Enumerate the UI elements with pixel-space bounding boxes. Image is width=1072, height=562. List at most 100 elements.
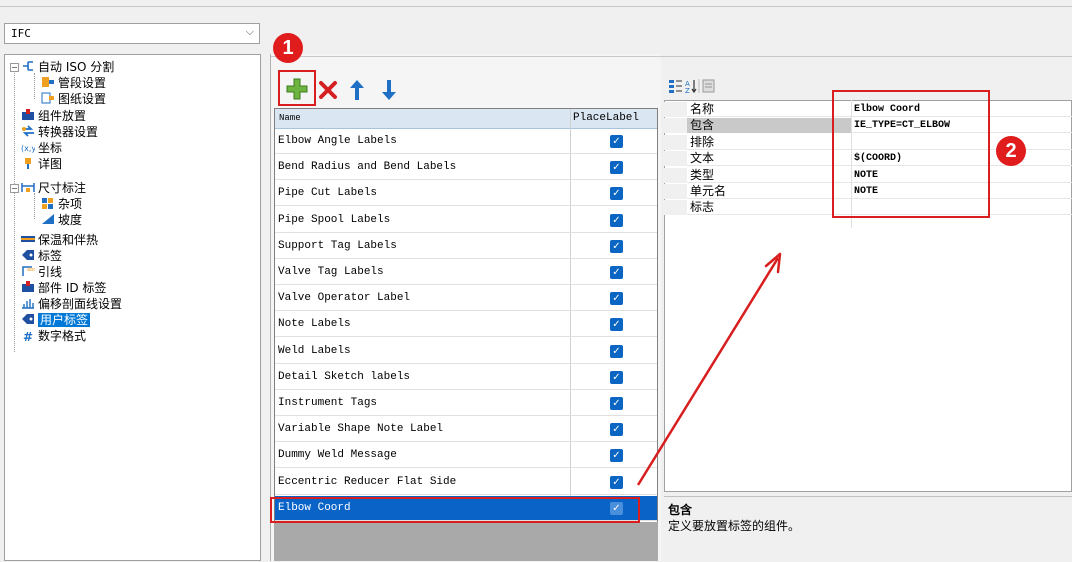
tree-item-dimension[interactable]: 尺寸标注 bbox=[21, 181, 86, 195]
tree-item-pipe-segment[interactable]: 管段设置 bbox=[41, 76, 106, 90]
column-header-placelabel[interactable]: PlaceLabel bbox=[573, 112, 639, 124]
offset-hatch-icon bbox=[22, 299, 34, 309]
column-header-name[interactable]: Name bbox=[279, 113, 301, 123]
tree-item-detail[interactable]: 详图 bbox=[21, 157, 62, 171]
pipe-segment-icon bbox=[42, 77, 54, 87]
label-name-cell: Elbow Angle Labels bbox=[278, 135, 397, 147]
table-row[interactable]: Detail Sketch labels ✓ bbox=[275, 365, 657, 390]
move-down-button[interactable] bbox=[380, 78, 398, 102]
table-row[interactable]: Support Tag Labels ✓ bbox=[275, 234, 657, 259]
property-key: 类型 bbox=[690, 167, 715, 182]
label-name-cell: Eccentric Reducer Flat Side bbox=[278, 475, 457, 488]
table-row[interactable]: Elbow Angle Labels ✓ bbox=[275, 129, 657, 154]
tree-item-label: 部件 ID 标签 bbox=[38, 281, 107, 295]
delete-button[interactable] bbox=[318, 80, 338, 100]
drawing-settings-icon bbox=[41, 92, 54, 104]
table-row[interactable]: Note Labels ✓ bbox=[275, 312, 657, 338]
label-name-cell: Dummy Weld Message bbox=[278, 449, 397, 462]
tree-item-auto-split[interactable]: 自动 ISO 分割 bbox=[21, 60, 114, 74]
tree-item-label: 用户标签 bbox=[38, 313, 91, 327]
description-title: 包含 bbox=[668, 503, 693, 517]
placelabel-checkbox[interactable]: ✓ bbox=[610, 161, 623, 175]
detail-icon bbox=[25, 158, 31, 169]
tree-item-coordinate[interactable]: (x,y)坐标 bbox=[21, 141, 62, 155]
tree-item-label: 管段设置 bbox=[58, 76, 107, 90]
property-gutter bbox=[664, 167, 687, 183]
property-values-highlight bbox=[832, 90, 990, 218]
toolbar-divider bbox=[271, 56, 1072, 57]
property-gutter bbox=[664, 134, 687, 150]
tree-item-drawing-settings[interactable]: 图纸设置 bbox=[41, 92, 106, 106]
tree-item-converter[interactable]: 转换器设置 bbox=[21, 125, 98, 139]
property-key: 文本 bbox=[690, 151, 715, 166]
table-row[interactable]: Variable Shape Note Label ✓ bbox=[275, 417, 657, 443]
slope-icon bbox=[42, 214, 54, 224]
label-name-cell: Bend Radius and Bend Labels bbox=[278, 161, 457, 174]
settings-tree[interactable]: − − 自动 ISO 分割 管段设置 图纸设置 组件放置 转换器设置 (x,y)… bbox=[4, 54, 261, 561]
tree-item-label: 尺寸标注 bbox=[38, 181, 87, 195]
tree-item-component-placement[interactable]: 组件放置 bbox=[21, 109, 86, 123]
tree-item-leader[interactable]: abc 引线 bbox=[21, 265, 62, 279]
tree-item-label: 偏移剖面线设置 bbox=[38, 297, 123, 311]
delete-x-icon bbox=[319, 81, 337, 99]
tree-item-label: 坡度 bbox=[58, 213, 83, 227]
table-row[interactable]: Valve Operator Label ✓ bbox=[275, 286, 657, 312]
property-key: 包含 bbox=[690, 118, 715, 133]
tree-item-tag[interactable]: 标签 bbox=[21, 249, 62, 263]
part-id-icon bbox=[22, 281, 34, 292]
tree-item-label: 保温和伴热 bbox=[38, 233, 99, 247]
annotation-arrow bbox=[636, 252, 782, 486]
user-tag-icon bbox=[22, 314, 34, 324]
tree-item-offset-hatch[interactable]: 偏移剖面线设置 bbox=[21, 297, 122, 311]
tree-item-part-id[interactable]: 部件 ID 标签 bbox=[21, 281, 106, 295]
tree-item-insulation[interactable]: 保温和伴热 bbox=[21, 233, 98, 247]
insulation-icon bbox=[21, 236, 35, 242]
svg-text:abc: abc bbox=[27, 267, 35, 273]
property-key: 单元名 bbox=[690, 184, 727, 198]
table-row[interactable]: Weld Labels ✓ bbox=[275, 339, 657, 364]
property-key: 标志 bbox=[690, 200, 715, 215]
tag-icon bbox=[22, 250, 34, 260]
table-row[interactable]: Pipe Spool Labels ✓ bbox=[275, 208, 657, 233]
table-row[interactable]: Eccentric Reducer Flat Side ✓ bbox=[275, 470, 657, 495]
placelabel-checkbox[interactable]: ✓ bbox=[610, 213, 623, 227]
svg-text:(x,y): (x,y) bbox=[21, 144, 35, 153]
tree-item-label: 转换器设置 bbox=[38, 125, 99, 139]
property-key: 名称 bbox=[690, 102, 715, 116]
plus-icon bbox=[286, 78, 308, 100]
config-select-value: IFC bbox=[11, 27, 31, 40]
placelabel-checkbox[interactable]: ✓ bbox=[610, 187, 623, 201]
table-row[interactable]: Valve Tag Labels ✓ bbox=[275, 260, 657, 285]
label-name-cell: Valve Operator Label bbox=[278, 292, 411, 305]
table-row[interactable]: Pipe Cut Labels ✓ bbox=[275, 181, 657, 207]
move-up-button[interactable] bbox=[348, 78, 366, 102]
add-button[interactable] bbox=[284, 76, 310, 102]
label-name-cell: Pipe Cut Labels bbox=[278, 187, 378, 200]
property-key: 排除 bbox=[690, 134, 715, 149]
table-row[interactable]: Bend Radius and Bend Labels ✓ bbox=[275, 155, 657, 181]
property-gutter bbox=[664, 200, 687, 216]
collapse-toggle-icon[interactable]: − bbox=[10, 184, 19, 193]
top-divider bbox=[0, 6, 1072, 7]
tree-item-misc[interactable]: 杂项 bbox=[41, 197, 82, 211]
label-name-cell: Note Labels bbox=[278, 318, 351, 331]
table-row[interactable]: Instrument Tags ✓ bbox=[275, 391, 657, 416]
svg-text:Z: Z bbox=[685, 87, 690, 94]
config-select[interactable]: IFC ⌵ bbox=[4, 23, 260, 44]
misc-icon bbox=[42, 198, 53, 209]
chevron-down-icon[interactable]: ⌵ bbox=[246, 25, 254, 39]
collapse-toggle-icon[interactable]: − bbox=[10, 63, 19, 72]
property-toolbar: A Z bbox=[668, 78, 716, 98]
tree-item-slope[interactable]: 坡度 bbox=[41, 213, 82, 227]
tree-item-number-format[interactable]: # 数字格式 bbox=[21, 329, 86, 344]
dimension-icon bbox=[21, 183, 35, 192]
table-row[interactable]: Dummy Weld Message ✓ bbox=[275, 443, 657, 469]
hash-icon: # bbox=[22, 330, 34, 344]
grid-header: Name PlaceLabel bbox=[275, 109, 657, 129]
property-gutter bbox=[664, 151, 687, 167]
placelabel-checkbox[interactable]: ✓ bbox=[610, 135, 623, 148]
label-name-cell: Valve Tag Labels bbox=[278, 266, 384, 278]
property-gutter bbox=[664, 118, 687, 134]
tree-item-label: 坐标 bbox=[38, 141, 63, 155]
tree-item-user-tag[interactable]: 用户标签 bbox=[21, 313, 91, 327]
